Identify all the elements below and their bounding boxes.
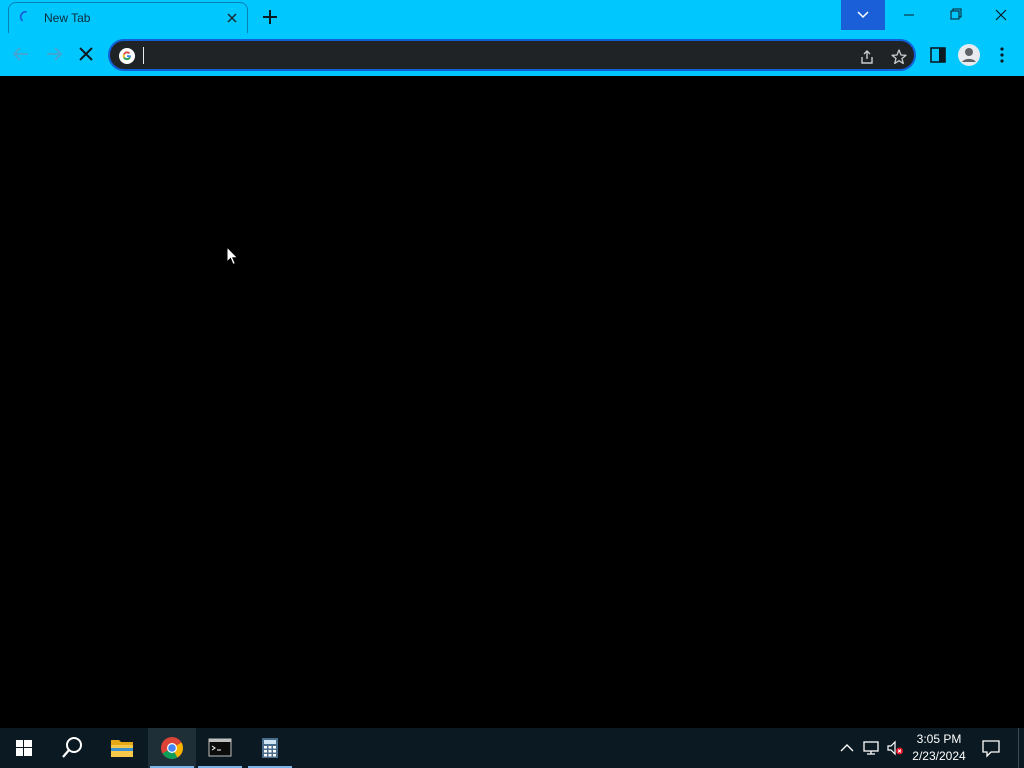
text-caret [143, 47, 144, 64]
tab-new-tab[interactable]: New Tab [8, 2, 248, 33]
taskbar-chrome[interactable] [148, 728, 196, 768]
start-button[interactable] [0, 728, 48, 768]
share-icon[interactable] [858, 48, 876, 66]
side-panel-icon[interactable] [928, 45, 948, 65]
chevron-down-icon [857, 11, 869, 19]
tab-title: New Tab [44, 11, 91, 25]
windows-logo-icon [16, 740, 32, 756]
taskbar: 3:05 PM 2/23/2024 [0, 728, 1024, 768]
restore-button[interactable] [932, 0, 978, 30]
taskbar-file-explorer[interactable] [98, 728, 146, 768]
clock-time[interactable]: 3:05 PM [906, 732, 972, 746]
tab-search-button[interactable] [841, 0, 885, 30]
title-bar: New Tab [0, 0, 1024, 33]
address-bar[interactable] [108, 39, 916, 71]
volume-muted-icon[interactable] [885, 738, 905, 758]
new-tab-button[interactable] [258, 5, 282, 29]
profile-icon[interactable] [957, 43, 981, 67]
back-button[interactable] [9, 42, 33, 66]
taskbar-command-prompt[interactable] [196, 728, 244, 768]
address-input[interactable] [142, 47, 842, 65]
google-icon [119, 48, 135, 64]
restore-icon [950, 8, 962, 20]
show-desktop-button[interactable] [1018, 728, 1024, 768]
kebab-menu-icon[interactable] [994, 45, 1010, 65]
chrome-window: New Tab [0, 0, 1024, 728]
chrome-icon [161, 737, 183, 759]
minimize-icon [904, 14, 914, 16]
close-icon [995, 9, 1007, 21]
page-content[interactable] [0, 76, 1024, 728]
minimize-button[interactable] [886, 0, 932, 30]
taskbar-calculator[interactable] [246, 728, 294, 768]
close-window-button[interactable] [978, 0, 1024, 30]
browser-toolbar [0, 33, 1024, 76]
star-icon[interactable] [890, 48, 908, 66]
terminal-icon [208, 738, 232, 757]
mouse-cursor-icon [226, 246, 238, 266]
close-icon[interactable] [225, 11, 239, 25]
notification-icon[interactable] [980, 738, 1002, 758]
loading-spinner-icon [19, 10, 27, 22]
calculator-icon [262, 738, 278, 758]
search-icon [62, 737, 82, 758]
folder-icon [111, 740, 133, 757]
chevron-up-icon[interactable] [837, 738, 857, 758]
search-button[interactable] [48, 728, 96, 768]
forward-button[interactable] [42, 42, 66, 66]
network-icon[interactable] [861, 738, 881, 758]
stop-loading-button[interactable] [74, 42, 98, 66]
clock-date[interactable]: 2/23/2024 [906, 749, 972, 763]
